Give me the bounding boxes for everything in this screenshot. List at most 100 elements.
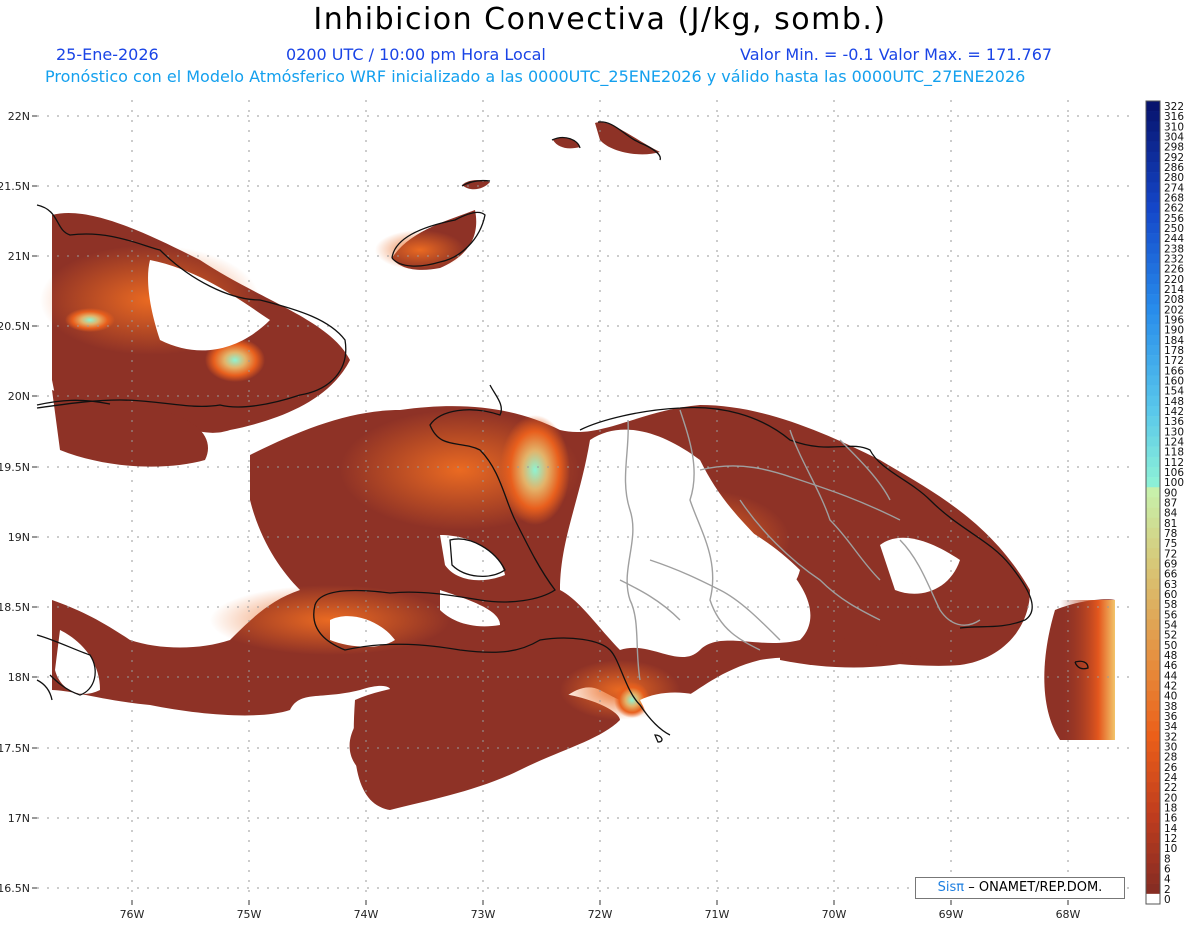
- colorbar-swatch: [1146, 751, 1160, 762]
- colorbar-swatch: [1146, 355, 1160, 366]
- colorbar-swatch: [1146, 334, 1160, 346]
- lon-label: 70W: [822, 908, 847, 921]
- colorbar-swatch: [1146, 629, 1160, 641]
- colorbar-swatch: [1146, 233, 1160, 244]
- colorbar-swatch: [1146, 863, 1160, 874]
- colorbar-swatch: [1146, 873, 1160, 884]
- colorbar-swatch: [1146, 385, 1160, 397]
- lon-label: 68W: [1056, 908, 1081, 921]
- lat-label: 17N: [8, 812, 30, 825]
- colorbar-swatch: [1146, 497, 1160, 508]
- colorbar-swatch: [1146, 517, 1160, 529]
- colorbar-swatch: [1146, 802, 1160, 813]
- colorbar-swatch: [1146, 294, 1160, 305]
- model-info: Pronóstico con el Modelo Atmósferico WRF…: [45, 67, 1026, 86]
- colorbar-swatch: [1146, 507, 1160, 519]
- value-range: Valor Min. = -0.1 Valor Max. = 171.767: [740, 45, 1053, 64]
- lat-label: 21.5N: [0, 180, 30, 193]
- colorbar-swatch: [1146, 843, 1160, 854]
- colorbar-swatch: [1146, 426, 1160, 437]
- colorbar-swatch: [1146, 771, 1160, 783]
- sis-logo: Sisπ: [937, 880, 965, 895]
- lon-label: 69W: [939, 908, 964, 921]
- colorbar-swatch: [1146, 822, 1160, 834]
- colorbar-swatch: [1146, 578, 1160, 590]
- colorbar-swatch: [1146, 416, 1160, 427]
- colorbar-swatch: [1146, 832, 1160, 844]
- colorbar-swatch: [1146, 558, 1160, 569]
- colorbar-swatch: [1146, 639, 1160, 651]
- colorbar-swatch: [1146, 690, 1160, 702]
- forecast-date: 25-Ene-2026: [56, 45, 159, 64]
- colorbar-swatch: [1146, 131, 1160, 142]
- colorbar-swatch: [1146, 212, 1160, 224]
- colorbar-swatch: [1146, 741, 1160, 752]
- colorbar-swatch: [1146, 731, 1160, 742]
- lat-label: 16.5N: [0, 882, 30, 895]
- colorbar: 3223163103042982922862802742682622562502…: [1145, 100, 1184, 906]
- colorbar-swatch: [1146, 273, 1160, 285]
- colorbar-swatch: [1146, 314, 1160, 325]
- colorbar-label: 0: [1164, 894, 1171, 906]
- lat-labels: 22N 21.5N 21N 20.5N 20N 19.5N 19N 18.5N …: [0, 110, 30, 895]
- colorbar-swatch: [1146, 609, 1160, 620]
- lat-label: 19N: [8, 531, 30, 544]
- lon-label: 75W: [237, 908, 262, 921]
- lon-label: 74W: [354, 908, 379, 921]
- forecast-time: 0200 UTC / 10:00 pm Hora Local: [286, 45, 546, 64]
- colorbar-swatch: [1146, 893, 1160, 905]
- colorbar-swatch: [1146, 182, 1160, 193]
- colorbar-swatch: [1146, 141, 1160, 153]
- colorbar-swatch: [1146, 253, 1160, 264]
- colorbar-swatch: [1146, 619, 1160, 630]
- map-canvas: 22N 21.5N 21N 20.5N 20N 19.5N 19N 18.5N …: [0, 100, 1184, 921]
- lat-label: 18.5N: [0, 601, 30, 614]
- colorbar-swatch: [1146, 263, 1160, 275]
- colorbar-swatch: [1146, 782, 1160, 793]
- colorbar-swatch: [1146, 700, 1160, 712]
- lat-label: 20.5N: [0, 320, 30, 333]
- lat-label: 18N: [8, 671, 30, 684]
- colorbar-swatch: [1146, 680, 1160, 691]
- colorbar-swatch: [1146, 710, 1160, 722]
- colorbar-swatch: [1146, 660, 1160, 671]
- lat-label: 22N: [8, 110, 30, 123]
- colorbar-swatch: [1146, 405, 1160, 417]
- lon-label: 72W: [588, 908, 613, 921]
- colorbar-swatch: [1146, 151, 1160, 163]
- colorbar-swatch: [1146, 792, 1160, 803]
- lat-label: 19.5N: [0, 461, 30, 474]
- colorbar-swatch: [1146, 853, 1160, 864]
- colorbar-swatch: [1146, 111, 1160, 122]
- colorbar-swatch: [1146, 304, 1160, 315]
- colorbar-swatch: [1146, 192, 1160, 203]
- colorbar-swatch: [1146, 812, 1160, 823]
- credit-box: Sisπ – ONAMET/REP.DOM.: [915, 877, 1125, 899]
- colorbar-swatch: [1146, 222, 1160, 234]
- colorbar-swatch: [1146, 588, 1160, 600]
- colorbar-swatch: [1146, 466, 1160, 478]
- colorbar-swatch: [1146, 456, 1160, 468]
- lat-label: 20N: [8, 390, 30, 403]
- lat-label: 17.5N: [0, 742, 30, 755]
- colorbar-swatch: [1146, 324, 1160, 336]
- colorbar-swatch: [1146, 761, 1160, 773]
- colorbar-swatch: [1146, 670, 1160, 681]
- lon-labels: 76W 75W 74W 73W 72W 71W 70W 69W 68W: [120, 908, 1081, 921]
- lat-label: 21N: [8, 250, 30, 263]
- colorbar-swatch: [1146, 161, 1160, 173]
- colorbar-swatch: [1146, 375, 1160, 386]
- colorbar-swatch: [1146, 344, 1160, 356]
- colorbar-swatch: [1146, 649, 1160, 661]
- colorbar-swatch: [1146, 395, 1160, 407]
- colorbar-swatch: [1146, 202, 1160, 214]
- colorbar-swatch: [1146, 172, 1160, 183]
- colorbar-swatch: [1146, 568, 1160, 580]
- colorbar-swatch: [1146, 721, 1160, 732]
- colorbar-swatch: [1146, 365, 1160, 376]
- colorbar-swatch: [1146, 599, 1160, 610]
- colorbar-swatch: [1146, 527, 1160, 539]
- colorbar-swatch: [1146, 121, 1160, 132]
- colorbar-swatch: [1146, 538, 1160, 549]
- colorbar-swatch: [1146, 243, 1160, 254]
